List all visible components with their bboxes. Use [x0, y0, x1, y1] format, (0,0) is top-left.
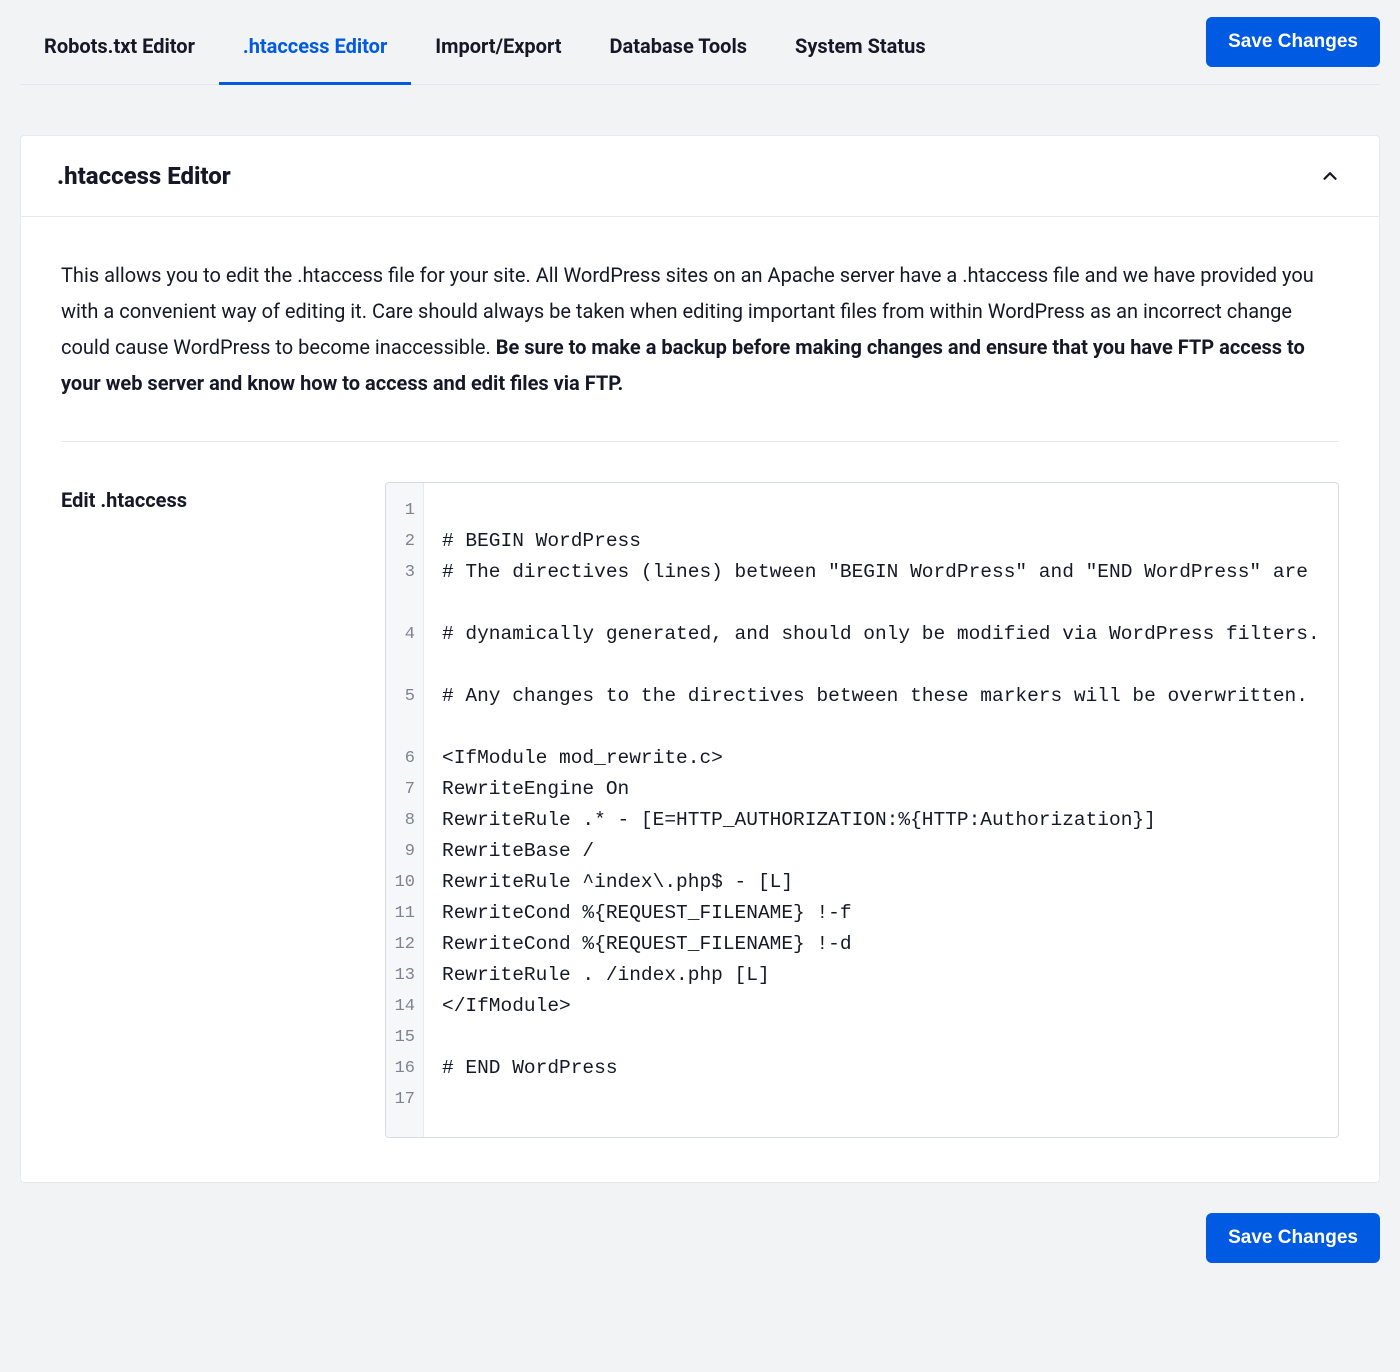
line-number: 7	[386, 774, 423, 805]
code-line[interactable]: </IfModule>	[442, 991, 1324, 1022]
code-line[interactable]	[442, 1022, 1324, 1053]
line-number: 17	[386, 1084, 423, 1115]
tab-htaccess-editor[interactable]: .htaccess Editor	[219, 14, 411, 85]
htaccess-editor-panel: .htaccess Editor This allows you to edit…	[20, 135, 1380, 1183]
line-number: 5	[386, 681, 423, 743]
code-line[interactable]: # The directives (lines) between "BEGIN …	[442, 557, 1324, 619]
tab-database-tools[interactable]: Database Tools	[586, 14, 772, 85]
tabs: Robots.txt Editor .htaccess Editor Impor…	[20, 14, 950, 84]
code-line[interactable]: <IfModule mod_rewrite.c>	[442, 743, 1324, 774]
code-line[interactable]: # dynamically generated, and should only…	[442, 619, 1324, 681]
edit-htaccess-label: Edit .htaccess	[61, 482, 385, 1138]
code-line[interactable]: # END WordPress	[442, 1053, 1324, 1084]
code-line[interactable]	[442, 1084, 1324, 1115]
code-line[interactable]: # BEGIN WordPress	[442, 526, 1324, 557]
line-number: 2	[386, 526, 423, 557]
chevron-up-icon	[1317, 163, 1343, 189]
divider	[61, 441, 1339, 442]
panel-title: .htaccess Editor	[57, 162, 231, 190]
code-line[interactable]: RewriteRule ^index\.php$ - [L]	[442, 867, 1324, 898]
code-line[interactable]: # Any changes to the directives between …	[442, 681, 1324, 743]
line-number: 14	[386, 991, 423, 1022]
code-line[interactable]	[442, 495, 1324, 526]
line-number: 3	[386, 557, 423, 619]
code-content[interactable]: # BEGIN WordPress# The directives (lines…	[424, 483, 1338, 1137]
tab-bar: Robots.txt Editor .htaccess Editor Impor…	[20, 0, 1380, 85]
editor-row: Edit .htaccess 1234567891011121314151617…	[61, 482, 1339, 1138]
save-changes-button[interactable]: Save Changes	[1206, 17, 1380, 67]
line-number: 12	[386, 929, 423, 960]
tab-import-export[interactable]: Import/Export	[411, 14, 585, 85]
code-line[interactable]: RewriteCond %{REQUEST_FILENAME} !-d	[442, 929, 1324, 960]
code-line[interactable]: RewriteRule .* - [E=HTTP_AUTHORIZATION:%…	[442, 805, 1324, 836]
line-number: 4	[386, 619, 423, 681]
line-number: 6	[386, 743, 423, 774]
panel-body: This allows you to edit the .htaccess fi…	[21, 217, 1379, 1182]
line-number: 11	[386, 898, 423, 929]
footer: Save Changes	[20, 1213, 1380, 1277]
tab-robots-txt-editor[interactable]: Robots.txt Editor	[20, 14, 219, 85]
code-line[interactable]: RewriteEngine On	[442, 774, 1324, 805]
code-line[interactable]: RewriteRule . /index.php [L]	[442, 960, 1324, 991]
code-line[interactable]: RewriteBase /	[442, 836, 1324, 867]
line-number: 15	[386, 1022, 423, 1053]
tab-system-status[interactable]: System Status	[771, 14, 950, 85]
line-number: 1	[386, 495, 423, 526]
panel-header[interactable]: .htaccess Editor	[21, 136, 1379, 217]
line-number: 10	[386, 867, 423, 898]
line-number: 16	[386, 1053, 423, 1084]
panel-description: This allows you to edit the .htaccess fi…	[61, 257, 1339, 401]
line-number: 9	[386, 836, 423, 867]
code-line[interactable]: RewriteCond %{REQUEST_FILENAME} !-f	[442, 898, 1324, 929]
save-changes-button-bottom[interactable]: Save Changes	[1206, 1213, 1380, 1263]
line-number: 8	[386, 805, 423, 836]
line-number: 13	[386, 960, 423, 991]
line-number-gutter: 1234567891011121314151617	[386, 483, 424, 1137]
htaccess-code-editor[interactable]: 1234567891011121314151617 # BEGIN WordPr…	[385, 482, 1339, 1138]
